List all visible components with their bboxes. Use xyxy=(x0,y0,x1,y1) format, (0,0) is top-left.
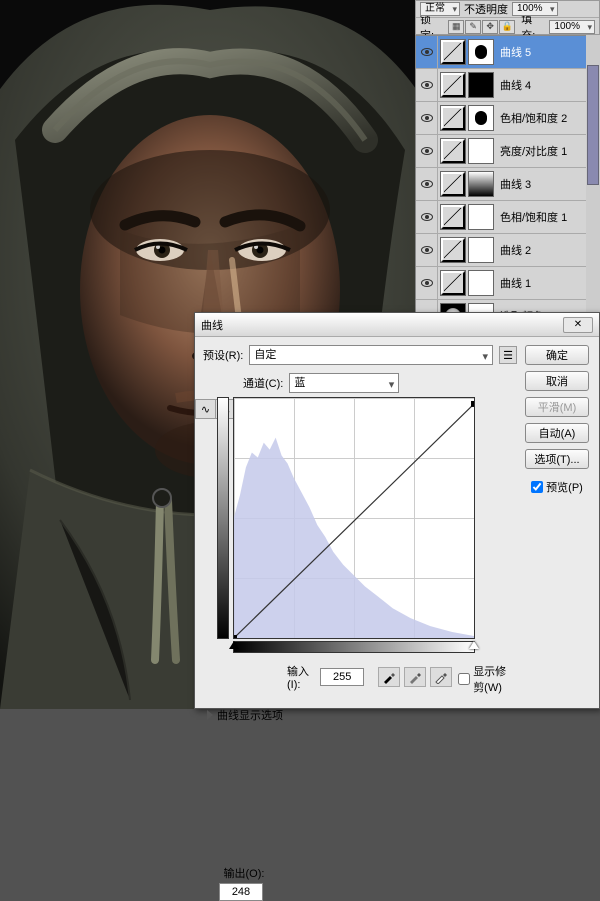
preset-label: 预设(R): xyxy=(203,347,243,363)
display-options-label[interactable]: 曲线显示选项 xyxy=(217,707,283,723)
layer-row[interactable]: 曲线 3 xyxy=(416,168,599,201)
preset-dropdown[interactable]: 自定 xyxy=(249,345,493,365)
visibility-toggle[interactable] xyxy=(416,102,438,134)
layer-name[interactable]: 曲线 1 xyxy=(496,275,599,291)
mask-thumb-icon[interactable] xyxy=(468,204,494,230)
curves-grid[interactable] xyxy=(233,397,475,639)
mask-thumb-icon[interactable] xyxy=(468,105,494,131)
lock-position-icon[interactable]: ✥ xyxy=(482,20,498,34)
adjustment-thumb-icon xyxy=(440,39,466,65)
eye-icon xyxy=(421,279,433,287)
layer-name[interactable]: 色相/饱和度 2 xyxy=(496,110,599,126)
auto-button[interactable]: 自动(A) xyxy=(525,423,589,443)
preview-checkbox[interactable]: 预览(P) xyxy=(531,479,583,495)
cancel-button[interactable]: 取消 xyxy=(525,371,589,391)
mask-thumb-icon[interactable] xyxy=(468,72,494,98)
output-input[interactable] xyxy=(219,883,263,901)
black-point-slider[interactable] xyxy=(229,641,239,649)
layer-row[interactable]: 色相/饱和度 1 xyxy=(416,201,599,234)
visibility-toggle[interactable] xyxy=(416,267,438,299)
visibility-toggle[interactable] xyxy=(416,234,438,266)
dialog-title: 曲线 xyxy=(201,317,563,333)
eye-icon xyxy=(421,48,433,56)
adjustment-thumb-icon xyxy=(440,105,466,131)
smooth-button: 平滑(M) xyxy=(525,397,589,417)
adjustment-thumb-icon xyxy=(440,270,466,296)
curve-line[interactable] xyxy=(234,398,474,638)
close-icon[interactable]: ✕ xyxy=(563,317,593,333)
visibility-toggle[interactable] xyxy=(416,69,438,101)
channel-label: 通道(C): xyxy=(243,375,283,391)
layer-row[interactable]: 曲线 2 xyxy=(416,234,599,267)
mask-thumb-icon[interactable] xyxy=(468,171,494,197)
opacity-input[interactable]: 100% xyxy=(512,2,558,16)
layer-name[interactable]: 曲线 4 xyxy=(496,77,599,93)
adjustment-thumb-icon xyxy=(440,138,466,164)
scroll-thumb[interactable] xyxy=(587,65,599,185)
input-label: 输入(I): xyxy=(287,663,314,691)
mask-thumb-icon[interactable] xyxy=(468,237,494,263)
channel-dropdown[interactable]: 蓝 xyxy=(289,373,399,393)
visibility-toggle[interactable] xyxy=(416,135,438,167)
white-point-slider[interactable] xyxy=(469,641,479,649)
lock-pixels-icon[interactable]: ✎ xyxy=(465,20,481,34)
mask-thumb-icon[interactable] xyxy=(468,39,494,65)
ok-button[interactable]: 确定 xyxy=(525,345,589,365)
layer-row[interactable]: 亮度/对比度 1 xyxy=(416,135,599,168)
layer-name[interactable]: 曲线 5 xyxy=(496,44,599,60)
lock-all-icon[interactable]: 🔒 xyxy=(499,20,515,34)
mask-thumb-icon[interactable] xyxy=(468,270,494,296)
preset-menu-icon[interactable]: ☰ xyxy=(499,346,517,364)
input-gradient xyxy=(233,641,475,653)
mask-thumb-icon[interactable] xyxy=(468,138,494,164)
output-gradient xyxy=(217,397,229,639)
layer-name[interactable]: 亮度/对比度 1 xyxy=(496,143,599,159)
layer-row[interactable]: 色相/饱和度 2 xyxy=(416,102,599,135)
layer-blend-options: 正常 不透明度 100% 锁定: ▦ ✎ ✥ 🔒 填充: 100% xyxy=(415,0,600,35)
adjustment-thumb-icon xyxy=(440,171,466,197)
layer-name[interactable]: 色相/饱和度 1 xyxy=(496,209,599,225)
eye-icon xyxy=(421,246,433,254)
curves-dialog: 曲线 ✕ 预设(R): 自定 ☰ 通道(C): 蓝 ∿ ✎ xyxy=(194,312,600,709)
eye-icon xyxy=(421,114,433,122)
blend-mode-dropdown[interactable]: 正常 xyxy=(420,2,460,16)
lock-transparency-icon[interactable]: ▦ xyxy=(448,20,464,34)
eye-icon xyxy=(421,81,433,89)
eye-icon xyxy=(421,213,433,221)
show-clipping-checkbox[interactable]: 显示修剪(W) xyxy=(458,663,517,695)
layer-row[interactable]: 曲线 5 xyxy=(416,36,599,69)
eye-icon xyxy=(421,147,433,155)
options-button[interactable]: 选项(T)... xyxy=(525,449,589,469)
white-eyedropper-icon[interactable] xyxy=(430,667,452,687)
layers-panel: 曲线 5 曲线 4 色相/饱和度 2 亮度/对比度 1 曲线 3 色相/饱和度 1 曲线 2… xyxy=(415,35,600,334)
point-curve-tool-icon[interactable]: ∿ xyxy=(196,400,216,418)
visibility-toggle[interactable] xyxy=(416,36,438,68)
output-label: 输出(O): xyxy=(219,865,269,881)
opacity-label: 不透明度 xyxy=(464,1,508,17)
adjustment-thumb-icon xyxy=(440,204,466,230)
layer-name[interactable]: 曲线 2 xyxy=(496,242,599,258)
layer-row[interactable]: 曲线 1 xyxy=(416,267,599,300)
visibility-toggle[interactable] xyxy=(416,201,438,233)
dialog-titlebar[interactable]: 曲线 ✕ xyxy=(195,313,599,337)
adjustment-thumb-icon xyxy=(440,237,466,263)
gray-eyedropper-icon[interactable] xyxy=(404,667,426,687)
layer-name[interactable]: 曲线 3 xyxy=(496,176,599,192)
visibility-toggle[interactable] xyxy=(416,168,438,200)
eye-icon xyxy=(421,180,433,188)
input-input[interactable] xyxy=(320,668,364,686)
black-eyedropper-icon[interactable] xyxy=(378,667,400,687)
adjustment-thumb-icon xyxy=(440,72,466,98)
disclosure-icon[interactable] xyxy=(207,710,213,720)
fill-input[interactable]: 100% xyxy=(549,20,595,34)
layer-row[interactable]: 曲线 4 xyxy=(416,69,599,102)
